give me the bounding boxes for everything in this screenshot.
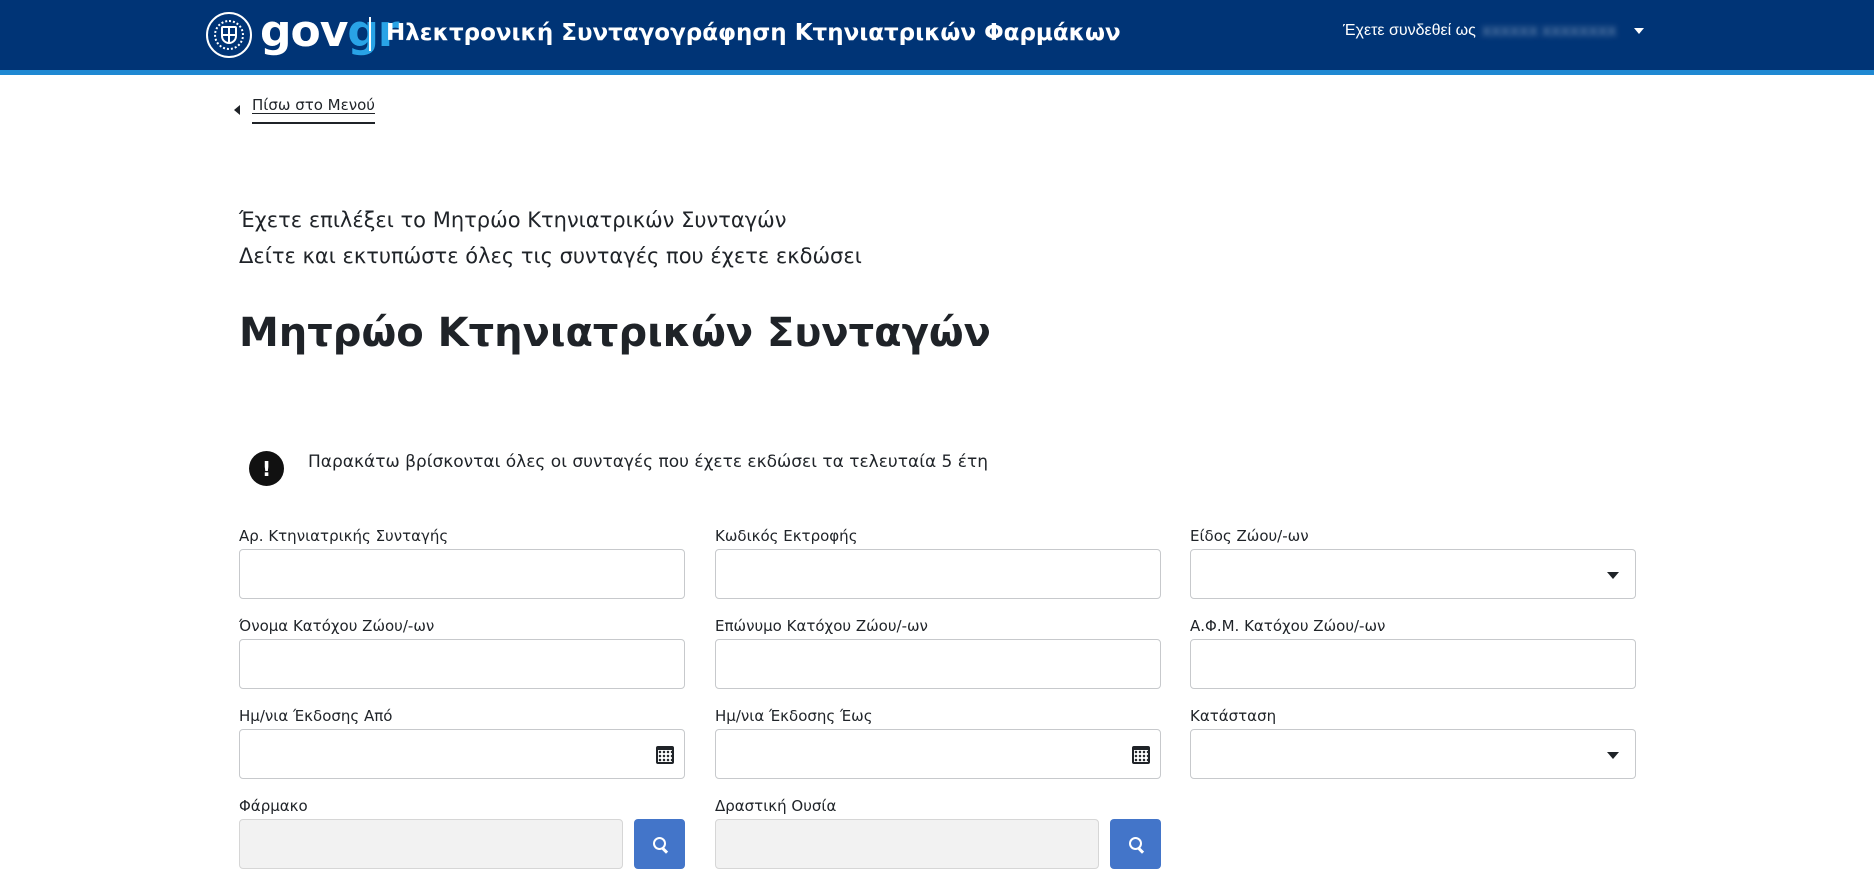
issue-date-to-input[interactable]	[716, 730, 1160, 778]
intro-text: Έχετε επιλέξει το Μητρώο Κτηνιατρικών Συ…	[239, 202, 862, 274]
user-prefix: Έχετε συνδεθεί ως	[1343, 22, 1476, 39]
app-title: Ηλεκτρονική Συνταγογράφηση Κτηνιατρικών …	[386, 20, 1121, 46]
active-substance-label: Δραστική Ουσία	[715, 797, 837, 815]
prescription-number-field[interactable]	[239, 549, 685, 599]
intro-line-2: Δείτε και εκτυπώστε όλες τις συνταγές πο…	[239, 244, 862, 268]
drug-field	[239, 819, 623, 869]
issue-date-from-input[interactable]	[240, 730, 684, 778]
caret-down-icon	[1607, 752, 1619, 759]
owner-first-name-input[interactable]	[240, 640, 684, 688]
user-name: ΧΧΧΧΧΧ ΧΧΧΧΧΧΧΧ	[1481, 23, 1617, 39]
caret-down-icon	[1633, 28, 1644, 34]
animal-type-label: Είδος Ζώου/-ων	[1190, 527, 1309, 545]
farm-code-input[interactable]	[716, 550, 1160, 598]
drug-input	[240, 820, 622, 868]
logo-gov: gov	[260, 6, 348, 57]
status-label: Κατάσταση	[1190, 707, 1277, 725]
owner-first-name-label: Όνομα Κατόχου Ζώου/-ων	[239, 617, 435, 635]
issue-date-from-field[interactable]	[239, 729, 685, 779]
calendar-icon[interactable]	[1132, 746, 1150, 764]
drug-label: Φάρμακο	[239, 797, 308, 815]
notice-text: Παρακάτω βρίσκονται όλες οι συνταγές που…	[308, 452, 988, 472]
exclamation-icon: !	[249, 451, 284, 486]
caret-down-icon	[1607, 572, 1619, 579]
greek-emblem-icon	[206, 12, 252, 58]
header-stripe	[0, 70, 1874, 75]
logo-divider	[369, 17, 371, 51]
govgr-logo[interactable]: govgr	[260, 2, 400, 62]
status-select[interactable]	[1190, 729, 1636, 779]
owner-afm-input[interactable]	[1191, 640, 1635, 688]
owner-last-name-input[interactable]	[716, 640, 1160, 688]
prescription-number-input[interactable]	[240, 550, 684, 598]
animal-type-select[interactable]	[1190, 549, 1636, 599]
active-substance-input	[716, 820, 1098, 868]
owner-last-name-label: Επώνυμο Κατόχου Ζώου/-ων	[715, 617, 928, 635]
page-title: Μητρώο Κτηνιατρικών Συνταγών	[239, 310, 991, 356]
owner-last-name-field[interactable]	[715, 639, 1161, 689]
user-menu-toggle[interactable]: Έχετε συνδεθεί ως ΧΧΧΧΧΧ ΧΧΧΧΧΧΧΧ	[1343, 22, 1644, 40]
owner-afm-label: Α.Φ.Μ. Κατόχου Ζώου/-ων	[1190, 617, 1386, 635]
top-header: govgr Ηλεκτρονική Συνταγογράφηση Κτηνιατ…	[0, 0, 1874, 70]
issue-date-to-field[interactable]	[715, 729, 1161, 779]
owner-first-name-field[interactable]	[239, 639, 685, 689]
caret-left-icon	[234, 105, 240, 115]
drug-search-button[interactable]	[634, 819, 685, 869]
prescription-number-label: Αρ. Κτηνιατρικής Συνταγής	[239, 527, 449, 545]
back-to-menu-label: Πίσω στο Μενού	[252, 96, 375, 124]
intro-line-1: Έχετε επιλέξει το Μητρώο Κτηνιατρικών Συ…	[239, 208, 787, 232]
issue-date-from-label: Ημ/νια Έκδοσης Από	[239, 707, 393, 725]
calendar-icon[interactable]	[656, 746, 674, 764]
farm-code-label: Κωδικός Εκτροφής	[715, 527, 858, 545]
active-substance-search-button[interactable]	[1110, 819, 1161, 869]
issue-date-to-label: Ημ/νια Έκδοσης Έως	[715, 707, 873, 725]
active-substance-field	[715, 819, 1099, 869]
search-icon	[652, 837, 667, 851]
farm-code-field[interactable]	[715, 549, 1161, 599]
owner-afm-field[interactable]	[1190, 639, 1636, 689]
search-icon	[1128, 837, 1143, 851]
back-to-menu-link[interactable]: Πίσω στο Μενού	[234, 96, 375, 124]
